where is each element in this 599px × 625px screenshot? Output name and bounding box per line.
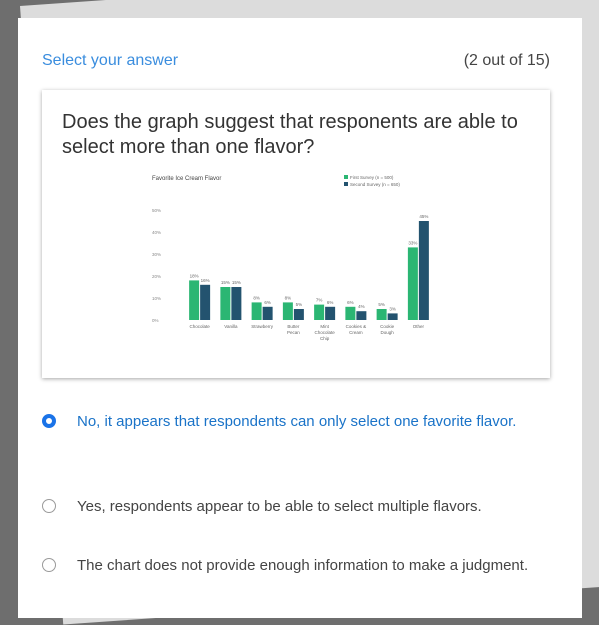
bar — [282, 302, 293, 320]
bar-value-label: 45% — [419, 214, 428, 219]
question-progress: (2 out of 15) — [463, 52, 550, 69]
answer-option-2[interactable]: Yes, respondents appear to be able to se… — [42, 495, 482, 519]
legend-label: Second Survey (n = 650) — [350, 182, 400, 187]
x-tick-label: Mint — [320, 324, 329, 329]
answer-option-1[interactable]: No, it appears that respondents can only… — [42, 410, 516, 434]
bar-value-label: 18% — [190, 273, 199, 278]
bar-value-label: 15% — [221, 280, 230, 285]
x-tick-label: Pecan — [287, 330, 300, 335]
bar-value-label: 33% — [408, 240, 417, 245]
answer-option-label: Yes, respondents appear to be able to se… — [77, 498, 482, 515]
legend-label: First Survey (n = 500) — [350, 175, 394, 180]
radio-unselected-icon[interactable] — [42, 499, 56, 513]
bar — [231, 287, 242, 320]
bar-value-label: 7% — [316, 298, 323, 303]
y-tick-label: 0% — [152, 318, 159, 323]
bar-value-label: 15% — [232, 280, 241, 285]
answer-option-3[interactable]: The chart does not provide enough inform… — [42, 554, 528, 578]
bar — [418, 221, 429, 320]
y-tick-label: 50% — [152, 208, 161, 213]
chart-title: Favorite Ice Cream Flavor — [152, 176, 221, 182]
y-tick-label: 20% — [152, 274, 161, 279]
bar — [356, 311, 367, 320]
bar — [387, 313, 398, 320]
bar-value-label: 16% — [201, 278, 210, 283]
answer-option-label: No, it appears that respondents can only… — [77, 413, 517, 430]
bar-value-label: 6% — [264, 300, 271, 305]
legend-swatch — [344, 175, 348, 179]
y-tick-label: 40% — [152, 230, 161, 235]
bar-value-label: 4% — [358, 304, 365, 309]
x-tick-label: Other — [413, 324, 425, 329]
bar — [345, 306, 356, 320]
bar-chart: Favorite Ice Cream Flavor First Survey (n… — [152, 175, 429, 341]
x-tick-label: Cookie — [380, 324, 395, 329]
bar — [200, 284, 211, 320]
bar — [220, 287, 231, 320]
legend-swatch — [344, 182, 348, 186]
bar — [293, 309, 304, 320]
radio-selected-icon[interactable] — [42, 414, 56, 428]
bar — [251, 302, 262, 320]
y-tick-label: 10% — [152, 296, 161, 301]
x-tick-label: Vanilla — [224, 324, 238, 329]
bar-value-label: 6% — [347, 300, 354, 305]
bar-value-label: 5% — [296, 302, 303, 307]
answer-option-label: The chart does not provide enough inform… — [77, 557, 529, 574]
question-card: Select your answer (2 out of 15) Does th… — [18, 18, 582, 618]
x-tick-label: Cookies & — [346, 324, 367, 329]
x-tick-label: Chocolate — [314, 330, 335, 335]
x-tick-label: Chip — [320, 336, 330, 341]
x-tick-label: Chocolate — [189, 324, 210, 329]
bar-value-label: 3% — [389, 306, 396, 311]
x-tick-label: Butter — [287, 324, 300, 329]
question-panel: Does the graph suggest that responents a… — [42, 90, 550, 378]
x-tick-label: Dough — [380, 330, 394, 335]
radio-unselected-icon[interactable] — [42, 558, 56, 572]
bar — [407, 247, 418, 320]
question-text: Does the graph suggest that responents a… — [62, 111, 518, 158]
bar — [325, 306, 336, 320]
y-tick-label: 30% — [152, 252, 161, 257]
bar-value-label: 6% — [327, 300, 334, 305]
x-tick-label: Strawberry — [251, 324, 274, 329]
bar-value-label: 8% — [253, 295, 260, 300]
bar-value-label: 8% — [285, 295, 292, 300]
bar — [376, 309, 387, 320]
select-answer-prompt: Select your answer — [42, 52, 179, 69]
bar — [262, 306, 273, 320]
x-tick-label: Cream — [349, 330, 363, 335]
bar — [314, 304, 325, 320]
bar-value-label: 5% — [378, 302, 385, 307]
bar — [189, 280, 200, 320]
